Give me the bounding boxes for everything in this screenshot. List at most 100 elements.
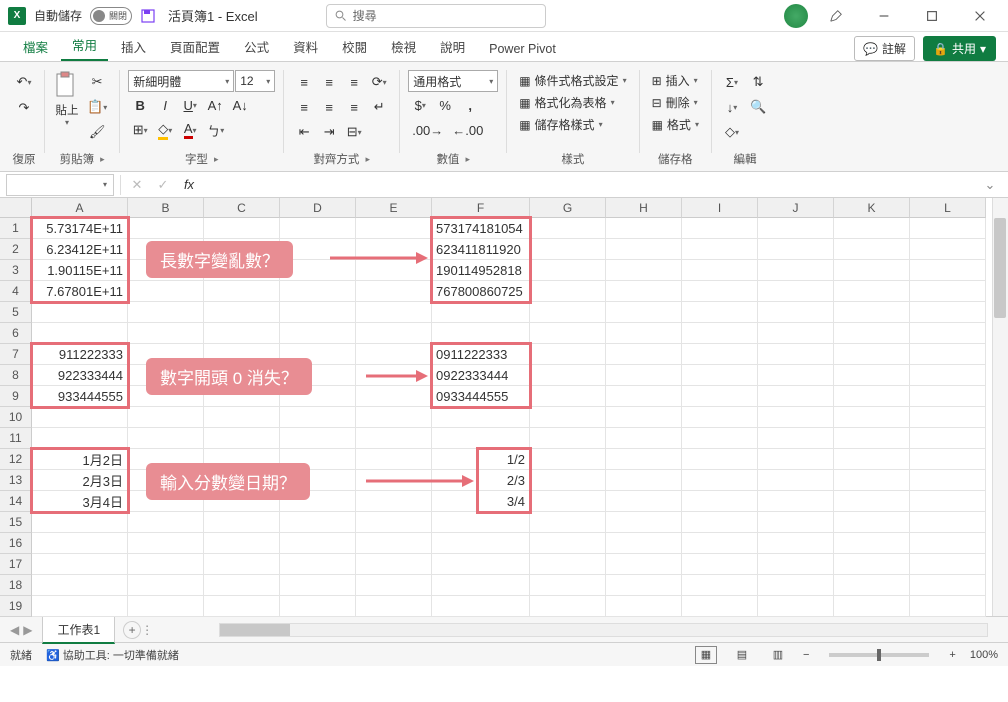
cell-E19[interactable] [356,596,432,617]
cell-G2[interactable] [530,239,606,260]
conditional-format-button[interactable]: ▦ 條件式格式設定 ▾ [515,70,630,91]
cell-J8[interactable] [758,365,834,386]
cut-button[interactable]: ✂ [83,70,111,94]
cell-I12[interactable] [682,449,758,470]
cell-F19[interactable] [432,596,530,617]
cell-C4[interactable] [204,281,280,302]
cell-J16[interactable] [758,533,834,554]
cell-C15[interactable] [204,512,280,533]
cell-C19[interactable] [204,596,280,617]
column-header-D[interactable]: D [280,198,356,218]
cell-L8[interactable] [910,365,986,386]
cell-L16[interactable] [910,533,986,554]
cell-G10[interactable] [530,407,606,428]
cell-G18[interactable] [530,575,606,596]
borders-button[interactable]: ⊞ ▾ [128,118,152,142]
merge-button[interactable]: ⊟ ▾ [342,120,366,144]
cell-A9[interactable]: 933444555 [32,386,128,407]
fill-color-button[interactable]: ◇ ▾ [153,118,177,142]
cell-G7[interactable] [530,344,606,365]
cell-H4[interactable] [606,281,682,302]
cell-I8[interactable] [682,365,758,386]
cell-G19[interactable] [530,596,606,617]
cell-D1[interactable] [280,218,356,239]
view-page-break-button[interactable]: ▥ [767,646,789,664]
cell-J5[interactable] [758,302,834,323]
cell-D10[interactable] [280,407,356,428]
cell-E6[interactable] [356,323,432,344]
cell-J12[interactable] [758,449,834,470]
cell-L15[interactable] [910,512,986,533]
font-launcher[interactable]: ▸ [214,154,219,165]
clipboard-launcher[interactable]: ▸ [100,154,105,165]
cell-A3[interactable]: 1.90115E+11 [32,260,128,281]
undo-button[interactable]: ↶ ▾ [12,70,36,94]
format-painter-button[interactable]: 🖌 [83,120,111,144]
cell-A1[interactable]: 5.73174E+11 [32,218,128,239]
cell-F16[interactable] [432,533,530,554]
cell-D18[interactable] [280,575,356,596]
cell-E14[interactable] [356,491,432,512]
increase-decimal-button[interactable]: .00→ [408,118,447,142]
underline-button[interactable]: U ▾ [178,93,202,117]
minimize-button[interactable] [864,2,904,30]
cell-C1[interactable] [204,218,280,239]
cell-F6[interactable] [432,323,530,344]
column-header-B[interactable]: B [128,198,204,218]
view-normal-button[interactable]: ▦ [695,646,717,664]
name-box[interactable]: ▾ [6,174,114,196]
cell-F5[interactable] [432,302,530,323]
font-color-button[interactable]: A ▾ [178,118,202,142]
font-size-select[interactable]: 12▾ [235,70,275,92]
fill-button[interactable]: ↓ ▾ [720,95,744,119]
row-header-9[interactable]: 9 [0,386,32,407]
cell-G9[interactable] [530,386,606,407]
cell-I15[interactable] [682,512,758,533]
increase-indent-button[interactable]: ⇥ [317,120,341,144]
column-header-E[interactable]: E [356,198,432,218]
vertical-scrollbar[interactable] [992,198,1008,616]
cell-F1[interactable]: 573174181054 [432,218,530,239]
autosave-toggle[interactable]: 關閉 [90,7,132,25]
cell-D19[interactable] [280,596,356,617]
find-select-button[interactable]: 🔍 [746,95,770,119]
cell-G4[interactable] [530,281,606,302]
cell-F3[interactable]: 190114952818 [432,260,530,281]
vertical-scroll-thumb[interactable] [994,218,1006,318]
cell-J14[interactable] [758,491,834,512]
horizontal-scroll-thumb[interactable] [220,624,290,636]
alignment-launcher[interactable]: ▸ [365,154,370,165]
row-header-15[interactable]: 15 [0,512,32,533]
cell-E17[interactable] [356,554,432,575]
select-all-corner[interactable] [0,198,32,218]
cell-J1[interactable] [758,218,834,239]
cell-J13[interactable] [758,470,834,491]
tab-data[interactable]: 資料 [282,32,329,61]
decrease-font-button[interactable]: A↓ [228,93,252,117]
cell-A17[interactable] [32,554,128,575]
row-header-12[interactable]: 12 [0,449,32,470]
row-header-14[interactable]: 14 [0,491,32,512]
cell-F15[interactable] [432,512,530,533]
cell-I18[interactable] [682,575,758,596]
cell-A4[interactable]: 7.67801E+11 [32,281,128,302]
align-left-button[interactable]: ≡ [292,95,316,119]
cell-I4[interactable] [682,281,758,302]
cell-L4[interactable] [910,281,986,302]
cell-J2[interactable] [758,239,834,260]
cell-L2[interactable] [910,239,986,260]
cell-G5[interactable] [530,302,606,323]
italic-button[interactable]: I [153,93,177,117]
cell-D15[interactable] [280,512,356,533]
cell-C16[interactable] [204,533,280,554]
cell-G11[interactable] [530,428,606,449]
cell-B18[interactable] [128,575,204,596]
row-header-7[interactable]: 7 [0,344,32,365]
cell-G6[interactable] [530,323,606,344]
percent-button[interactable]: % [433,93,457,117]
cell-F8[interactable]: 0922333444 [432,365,530,386]
cell-H12[interactable] [606,449,682,470]
cell-G8[interactable] [530,365,606,386]
row-header-17[interactable]: 17 [0,554,32,575]
row-header-1[interactable]: 1 [0,218,32,239]
